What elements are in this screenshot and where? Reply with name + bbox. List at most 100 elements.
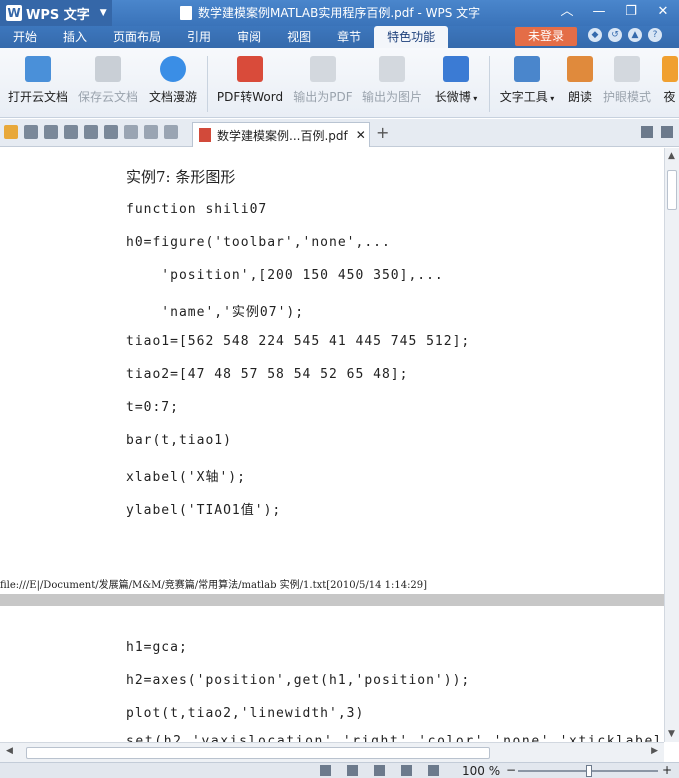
zoom-slider[interactable] bbox=[518, 765, 658, 777]
undo-icon[interactable] bbox=[124, 125, 138, 139]
ribbon-toolbar: 打开云文档 保存云文档 文档漫游 PDF转Word 输出为PDF 输出为图片 长… bbox=[0, 48, 679, 118]
code-line: h1=gca; bbox=[126, 640, 188, 655]
text-tools-label: 文字工具 bbox=[499, 90, 548, 104]
skin-icon[interactable]: ◆ bbox=[588, 28, 602, 42]
window-controls: ︿ — ❐ ✕ bbox=[551, 0, 679, 26]
vertical-scrollbar[interactable]: ▲ ▼ bbox=[664, 148, 679, 742]
print-icon[interactable] bbox=[64, 125, 78, 139]
folder-open-icon bbox=[25, 56, 51, 82]
chevron-down-icon: ▼ bbox=[99, 8, 107, 18]
doc-roaming-button[interactable]: 文档漫游 bbox=[146, 54, 200, 114]
reading-view-icon[interactable] bbox=[401, 765, 412, 776]
save-cloud-doc-button[interactable]: 保存云文档 bbox=[76, 54, 140, 114]
code-line: tiao2=[47 48 57 58 54 52 65 48]; bbox=[126, 367, 409, 382]
save-icon[interactable] bbox=[24, 125, 38, 139]
redo-icon[interactable] bbox=[144, 125, 158, 139]
minimize-button[interactable]: — bbox=[583, 0, 615, 26]
horizontal-scroll-thumb[interactable] bbox=[26, 747, 490, 759]
code-line: set(h2,'yaxislocation','right','color','… bbox=[126, 734, 664, 742]
open-cloud-doc-label: 打开云文档 bbox=[7, 90, 68, 104]
read-aloud-label: 朗读 bbox=[567, 90, 592, 104]
help-icon[interactable]: ? bbox=[648, 28, 662, 42]
long-weibo-button[interactable]: 长微博 ▾ bbox=[430, 54, 482, 114]
export-image-icon bbox=[379, 56, 405, 82]
tab-insert[interactable]: 插入 bbox=[50, 26, 100, 48]
print-preview-icon[interactable] bbox=[84, 125, 98, 139]
tab-home[interactable]: 开始 bbox=[0, 26, 50, 48]
page-separator bbox=[0, 594, 664, 606]
zoom-slider-knob[interactable] bbox=[586, 765, 592, 777]
maximize-button[interactable]: ❐ bbox=[615, 0, 647, 26]
zoom-level[interactable]: 100 % bbox=[462, 764, 500, 778]
save-cloud-icon bbox=[95, 56, 121, 82]
scroll-up-icon[interactable]: ▲ bbox=[668, 151, 675, 161]
app-name: WPS 文字 bbox=[26, 7, 90, 23]
zoom-in-icon[interactable]: + bbox=[662, 763, 672, 777]
vertical-scroll-thumb[interactable] bbox=[667, 170, 677, 210]
document-tab[interactable]: 数学建模案例...百例.pdf ✕ bbox=[192, 122, 370, 147]
close-button[interactable]: ✕ bbox=[647, 0, 679, 26]
night-mode-button[interactable]: 夜 bbox=[660, 54, 679, 114]
document-icon[interactable] bbox=[104, 125, 118, 139]
login-button[interactable]: 未登录 bbox=[515, 27, 577, 46]
collapse-ribbon-button[interactable]: ︿ bbox=[551, 0, 583, 26]
new-tab-button[interactable]: + bbox=[376, 123, 389, 142]
scroll-down-icon[interactable]: ▼ bbox=[668, 729, 675, 739]
eye-protection-button[interactable]: 护眼模式 bbox=[600, 54, 654, 114]
wps-logo-icon: W bbox=[6, 5, 22, 21]
window-title: 数学建模案例MATLAB实用程序百例.pdf - WPS 文字 bbox=[180, 4, 480, 21]
pdf-to-word-icon bbox=[237, 56, 263, 82]
open-icon[interactable] bbox=[4, 125, 18, 139]
document-tab-label: 数学建模案例...百例.pdf bbox=[217, 128, 348, 143]
export-image-label: 输出为图片 bbox=[361, 90, 422, 104]
eye-protection-label: 护眼模式 bbox=[602, 90, 651, 104]
eye-protection-icon bbox=[614, 56, 640, 82]
window-title-text: 数学建模案例MATLAB实用程序百例.pdf - WPS 文字 bbox=[198, 6, 481, 20]
menu-bar: 开始 插入 页面布局 引用 审阅 视图 章节 特色功能 bbox=[0, 26, 679, 48]
feedback-icon[interactable]: ↺ bbox=[608, 28, 622, 42]
example-heading: 实例7: 条形图形 bbox=[126, 168, 236, 186]
open-cloud-doc-button[interactable]: 打开云文档 bbox=[6, 54, 70, 114]
read-aloud-button[interactable]: 朗读 bbox=[564, 54, 596, 114]
pdf-to-word-button[interactable]: PDF转Word bbox=[214, 54, 286, 114]
export-image-button[interactable]: 输出为图片 bbox=[360, 54, 424, 114]
text-tools-button[interactable]: 文字工具 ▾ bbox=[496, 54, 558, 114]
code-line: function shili07 bbox=[126, 202, 268, 217]
document-canvas[interactable]: 实例7: 条形图形 function shili07 h0=figure('to… bbox=[0, 148, 664, 742]
night-mode-label: 夜 bbox=[663, 90, 676, 104]
horizontal-scrollbar[interactable]: ◀ ▶ bbox=[0, 742, 664, 762]
wps-menu-button[interactable]: W WPS 文字 ▼ bbox=[0, 0, 112, 26]
code-line: xlabel('X轴'); bbox=[126, 470, 246, 485]
export-icon[interactable] bbox=[44, 125, 58, 139]
eye-mode-icon[interactable] bbox=[428, 765, 439, 776]
code-line: h2=axes('position',get(h1,'position')); bbox=[126, 673, 471, 688]
pdf-to-word-label: PDF转Word bbox=[216, 90, 284, 104]
ribbon-divider bbox=[489, 56, 490, 112]
tab-page-layout[interactable]: 页面布局 bbox=[100, 26, 174, 48]
tab-special-features[interactable]: 特色功能 bbox=[374, 26, 449, 48]
customize-icon[interactable] bbox=[164, 125, 178, 139]
text-tools-icon bbox=[514, 56, 540, 82]
code-line: bar(t,tiao1) bbox=[126, 433, 232, 448]
tab-menu-icon[interactable] bbox=[661, 126, 673, 138]
page-view-icon[interactable] bbox=[320, 765, 331, 776]
scroll-right-icon[interactable]: ▶ bbox=[651, 746, 658, 756]
weibo-icon bbox=[443, 56, 469, 82]
tab-review[interactable]: 审阅 bbox=[224, 26, 274, 48]
close-tab-icon[interactable]: ✕ bbox=[356, 128, 366, 142]
tab-view[interactable]: 视图 bbox=[274, 26, 324, 48]
outline-view-icon[interactable] bbox=[374, 765, 385, 776]
zoom-out-icon[interactable]: − bbox=[506, 763, 516, 777]
scroll-left-icon[interactable]: ◀ bbox=[6, 746, 13, 756]
code-line: plot(t,tiao2,'linewidth',3) bbox=[126, 706, 365, 721]
export-pdf-button[interactable]: 输出为PDF bbox=[292, 54, 354, 114]
web-view-icon[interactable] bbox=[347, 765, 358, 776]
read-aloud-icon bbox=[567, 56, 593, 82]
tab-chapter[interactable]: 章节 bbox=[324, 26, 374, 48]
shirt-icon[interactable]: ▲ bbox=[628, 28, 642, 42]
code-line: tiao1=[562 548 224 545 41 445 745 512]; bbox=[126, 334, 471, 349]
tab-list-icon[interactable] bbox=[641, 126, 653, 138]
code-line: t=0:7; bbox=[126, 400, 179, 415]
code-line: ylabel('TIAO1值'); bbox=[126, 503, 282, 518]
tab-references[interactable]: 引用 bbox=[174, 26, 224, 48]
